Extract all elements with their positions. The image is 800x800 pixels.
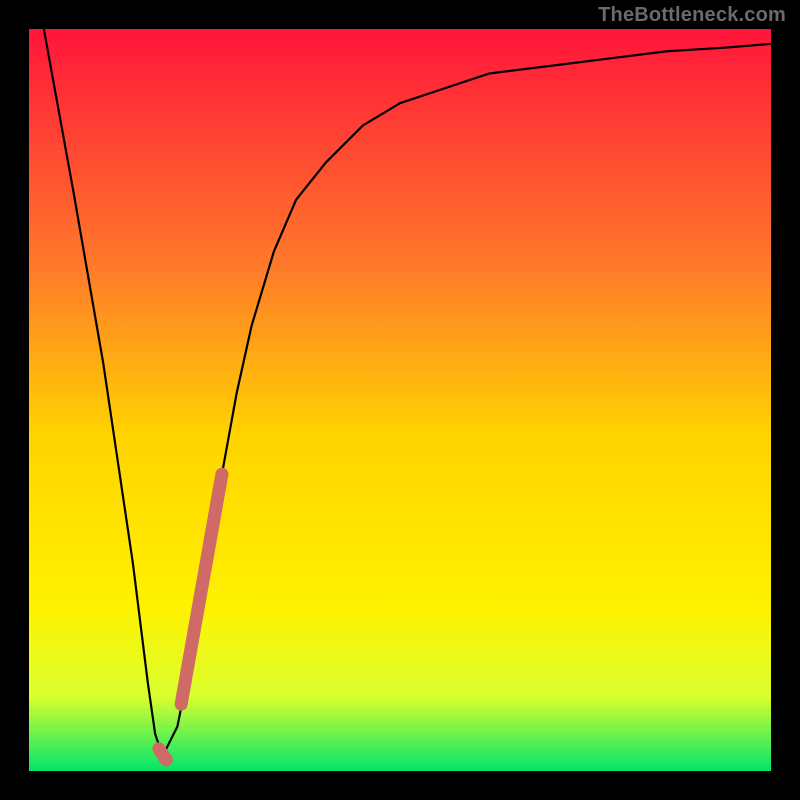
outer-frame: TheBottleneck.com: [0, 0, 800, 800]
plot-svg: [29, 29, 771, 771]
highlight-segment-lower: [159, 749, 166, 760]
watermark-text: TheBottleneck.com: [598, 4, 786, 27]
gradient-background: [29, 29, 771, 771]
plot-area: [29, 29, 771, 771]
